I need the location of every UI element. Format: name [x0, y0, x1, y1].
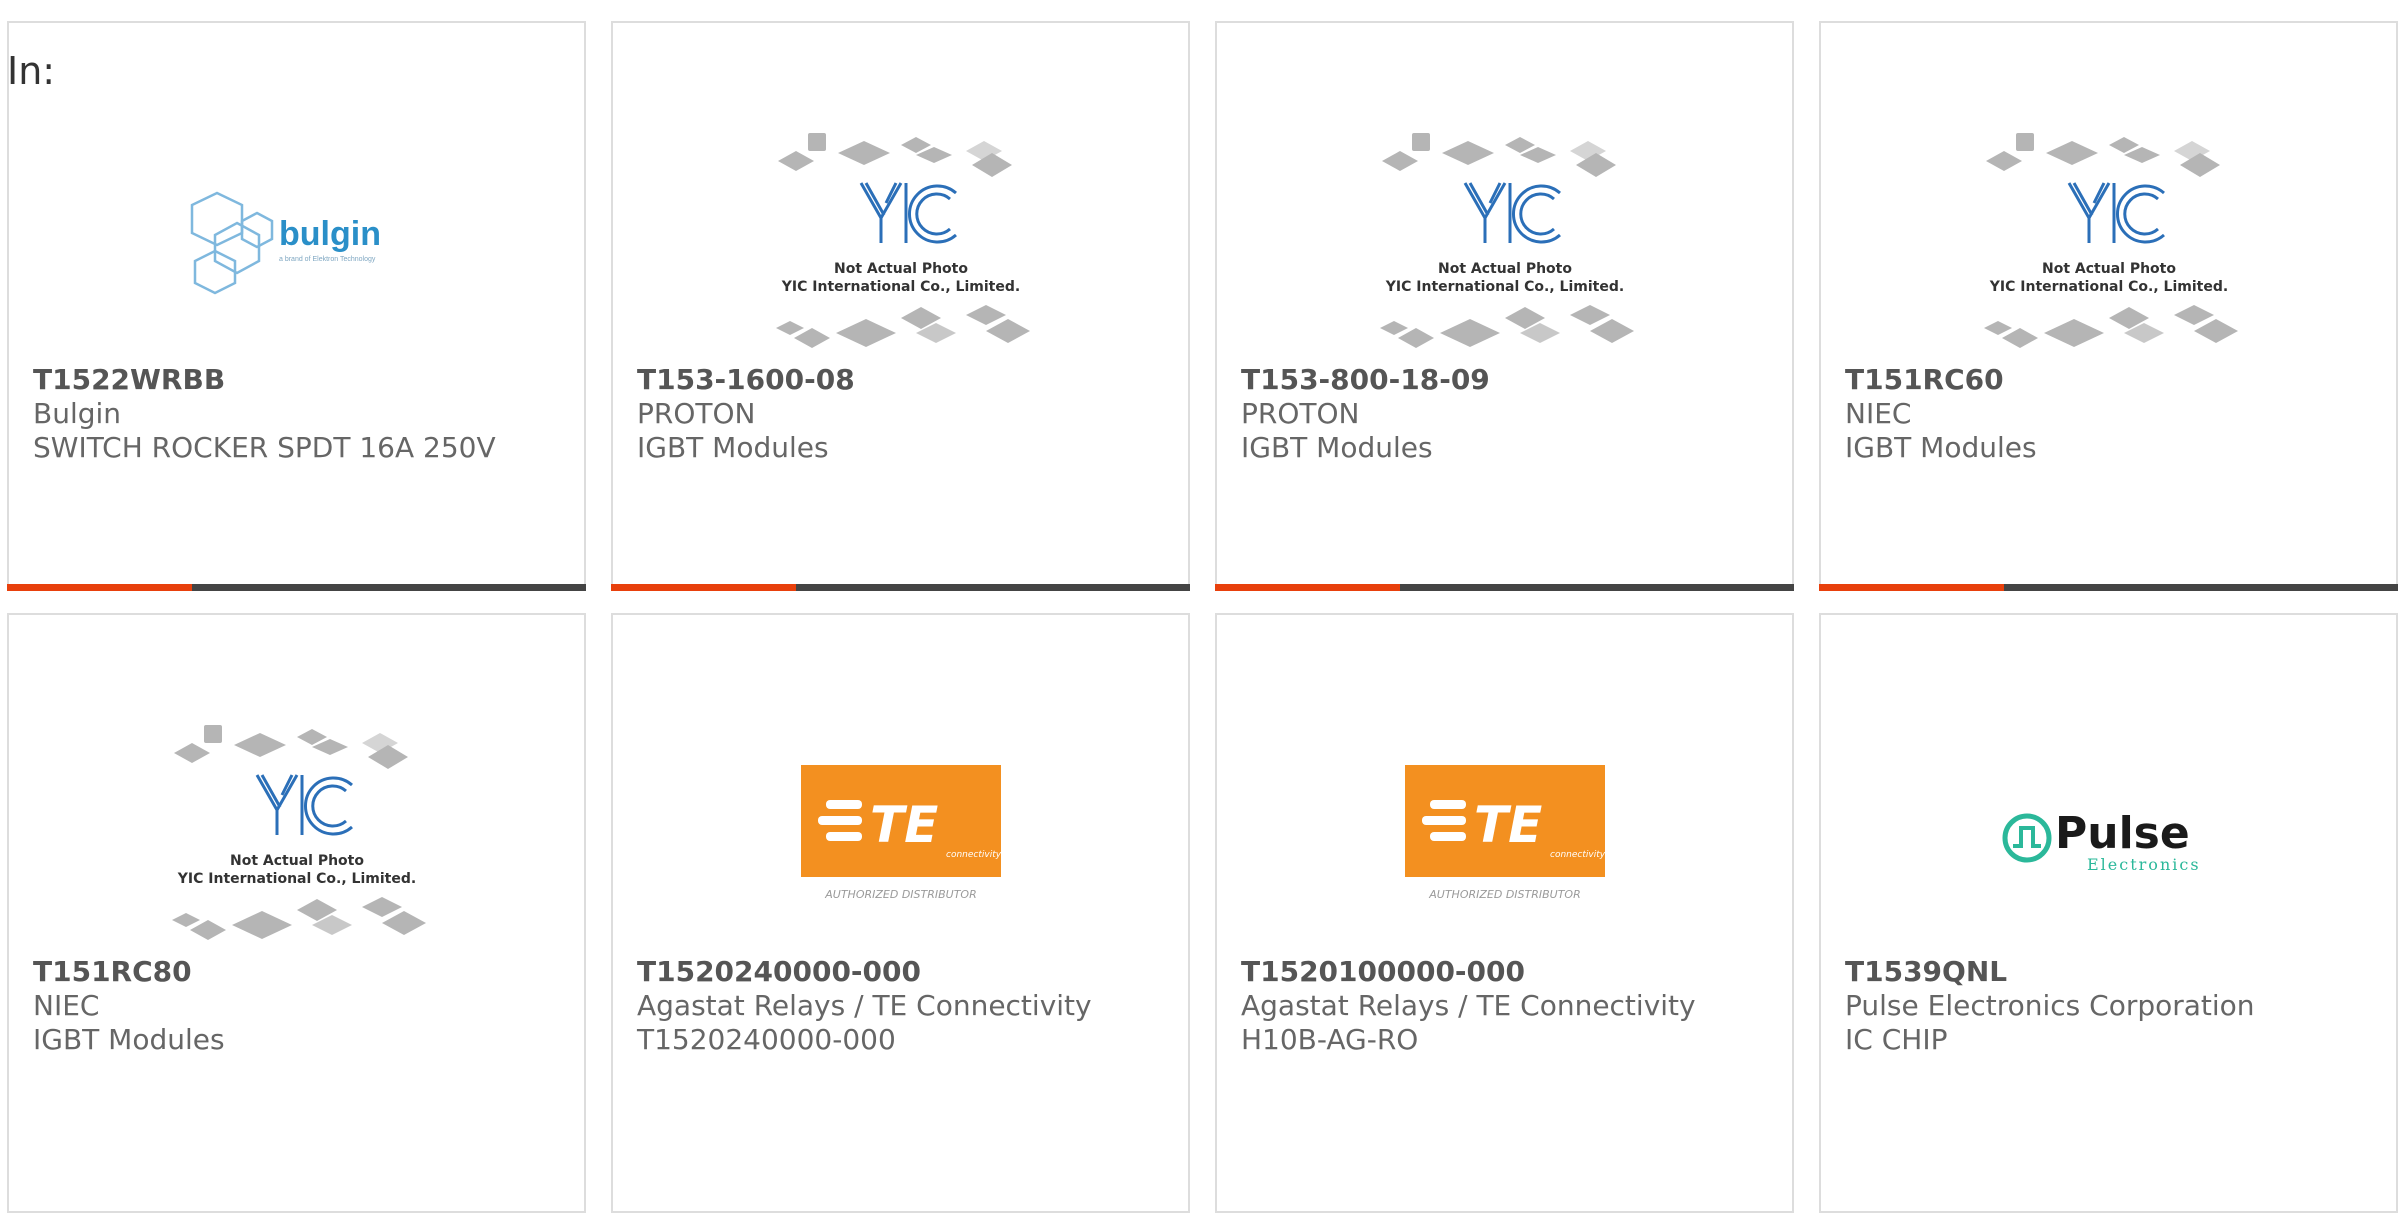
description: SWITCH ROCKER SPDT 16A 250V — [33, 431, 496, 464]
description: IC CHIP — [1845, 1023, 1948, 1056]
card-bottom-bar — [611, 584, 1190, 591]
product-card[interactable]: Not Actual Photo YIC International Co., … — [1819, 21, 2398, 591]
photo-caption-1: Not Actual Photo — [1438, 261, 1572, 277]
te-logo-caption: AUTHORIZED DISTRIBUTOR — [824, 888, 977, 901]
card-bottom-bar — [1819, 584, 2398, 591]
product-card[interactable]: bulgin a brand of Elektron Technology T1… — [7, 21, 586, 591]
product-grid: bulgin a brand of Elektron Technology T1… — [7, 21, 2400, 1213]
te-logo: TE connectivity AUTHORIZED DISTRIBUTOR — [800, 765, 1002, 901]
description: IGBT Modules — [1845, 431, 2037, 464]
product-card[interactable]: Not Actual Photo YIC International Co., … — [7, 613, 586, 1213]
manufacturer: Bulgin — [33, 397, 122, 430]
product-card[interactable]: TE connectivity AUTHORIZED DISTRIBUTOR T… — [1215, 613, 1794, 1213]
product-image[interactable]: Not Actual Photo YIC International Co., … — [9, 695, 584, 975]
te-logo: TE connectivity AUTHORIZED DISTRIBUTOR — [1404, 765, 1606, 901]
part-number[interactable]: T1539QNL — [1845, 955, 2376, 989]
photo-caption-2: YIC International Co., Limited. — [1384, 279, 1623, 295]
manufacturer: NIEC — [33, 989, 100, 1022]
product-card[interactable]: Not Actual Photo YIC International Co., … — [611, 21, 1190, 591]
part-number[interactable]: T153-1600-08 — [637, 363, 1168, 397]
photo-caption-1: Not Actual Photo — [2042, 261, 2176, 277]
product-image[interactable]: Not Actual Photo YIC International Co., … — [1217, 103, 1792, 383]
product-image[interactable]: Not Actual Photo YIC International Co., … — [1821, 103, 2396, 383]
description: IGBT Modules — [1241, 431, 1433, 464]
manufacturer: Pulse Electronics Corporation — [1845, 989, 2255, 1022]
not-actual-photo-image: Not Actual Photo YIC International Co., … — [1379, 133, 1634, 348]
description: H10B-AG-RO — [1241, 1023, 1419, 1056]
not-actual-photo-image: Not Actual Photo YIC International Co., … — [171, 725, 426, 940]
te-logo-text: TE — [1474, 796, 1542, 854]
te-logo-text: TE — [870, 796, 938, 854]
description: IGBT Modules — [637, 431, 829, 464]
product-card[interactable]: TE connectivity AUTHORIZED DISTRIBUTOR T… — [611, 613, 1190, 1213]
not-actual-photo-image: Not Actual Photo YIC International Co., … — [1983, 133, 2238, 348]
part-number[interactable]: T1520240000-000 — [637, 955, 1168, 989]
photo-caption-2: YIC International Co., Limited. — [176, 871, 415, 887]
te-logo-caption: AUTHORIZED DISTRIBUTOR — [1428, 888, 1581, 901]
bulgin-logo: bulgin a brand of Elektron Technology — [190, 191, 381, 295]
product-image[interactable]: Pulse Electronics — [1821, 695, 2396, 975]
manufacturer: Agastat Relays / TE Connectivity — [1241, 989, 1696, 1022]
manufacturer: Agastat Relays / TE Connectivity — [637, 989, 1092, 1022]
description: T1520240000-000 — [637, 1023, 896, 1056]
product-card[interactable]: Pulse Electronics T1539QNL Pulse Electro… — [1819, 613, 2398, 1213]
manufacturer: PROTON — [637, 397, 756, 430]
part-number[interactable]: T1522WRBB — [33, 363, 564, 397]
in-label: In: — [7, 49, 56, 93]
photo-caption-2: YIC International Co., Limited. — [1988, 279, 2227, 295]
photo-caption-2: YIC International Co., Limited. — [780, 279, 1019, 295]
pulse-logo: Pulse Electronics — [2002, 808, 2201, 874]
not-actual-photo-image: Not Actual Photo YIC International Co., … — [775, 133, 1030, 348]
bulgin-logo-text: bulgin — [279, 215, 381, 253]
photo-caption-1: Not Actual Photo — [834, 261, 968, 277]
part-number[interactable]: T151RC60 — [1845, 363, 2376, 397]
photo-caption-1: Not Actual Photo — [230, 853, 364, 869]
product-image[interactable]: TE connectivity AUTHORIZED DISTRIBUTOR — [613, 695, 1188, 975]
te-logo-sub: connectivity — [1550, 850, 1606, 860]
te-logo-sub: connectivity — [946, 850, 1002, 860]
product-card[interactable]: Not Actual Photo YIC International Co., … — [1215, 21, 1794, 591]
part-number[interactable]: T1520100000-000 — [1241, 955, 1772, 989]
bulgin-logo-sub: a brand of Elektron Technology — [279, 256, 376, 263]
pulse-logo-text: Pulse — [2055, 808, 2190, 859]
manufacturer: PROTON — [1241, 397, 1360, 430]
part-number[interactable]: T151RC80 — [33, 955, 564, 989]
manufacturer: NIEC — [1845, 397, 1912, 430]
card-bottom-bar — [7, 584, 586, 591]
card-bottom-bar — [1215, 584, 1794, 591]
product-image[interactable]: TE connectivity AUTHORIZED DISTRIBUTOR — [1217, 695, 1792, 975]
description: IGBT Modules — [33, 1023, 225, 1056]
product-image[interactable]: Not Actual Photo YIC International Co., … — [613, 103, 1188, 383]
product-image[interactable]: bulgin a brand of Elektron Technology — [9, 103, 584, 383]
pulse-logo-sub: Electronics — [2087, 855, 2201, 874]
part-number[interactable]: T153-800-18-09 — [1241, 363, 1772, 397]
